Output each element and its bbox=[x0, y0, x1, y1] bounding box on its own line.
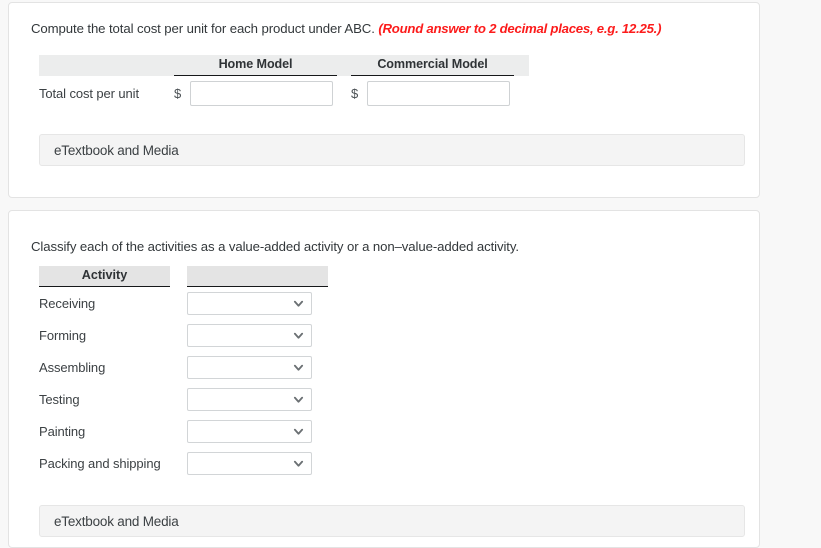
classification-select-forming[interactable]: Value-addedNon-value-added bbox=[187, 323, 312, 347]
activity-label-painting: Painting bbox=[39, 423, 86, 439]
activity-table-header-row: Activity bbox=[39, 266, 328, 287]
classification-select-wrapper-packing-and-shipping: Value-addedNon-value-added bbox=[187, 451, 312, 475]
cost-table-header-gap bbox=[337, 55, 351, 76]
cost-per-unit-table: Home Model Commercial Model Total cost p… bbox=[39, 55, 529, 110]
cost-table-header-commercial-model: Commercial Model bbox=[351, 55, 514, 76]
classification-select-packing-and-shipping[interactable]: Value-addedNon-value-added bbox=[187, 451, 312, 475]
classification-select-wrapper-testing: Value-addedNon-value-added bbox=[187, 387, 312, 411]
activity-label-assembling: Assembling bbox=[39, 359, 106, 375]
question-1-rounding-note: (Round answer to 2 decimal places, e.g. … bbox=[378, 21, 662, 36]
total-cost-home-model-input[interactable] bbox=[190, 80, 333, 106]
table-row: Forming Value-addedNon-value-added bbox=[39, 319, 328, 351]
table-row: Total cost per unit $ $ bbox=[39, 76, 529, 110]
activity-label-forming: Forming bbox=[39, 327, 86, 343]
question-2-prompt: Classify each of the activities as a val… bbox=[31, 239, 519, 254]
classification-select-assembling[interactable]: Value-addedNon-value-added bbox=[187, 355, 312, 379]
etextbook-and-media-bar-2[interactable]: eTextbook and Media bbox=[39, 505, 745, 537]
dollar-sign-icon: $ bbox=[174, 85, 182, 101]
table-row: Packing and shipping Value-addedNon-valu… bbox=[39, 447, 328, 479]
classification-select-wrapper-assembling: Value-addedNon-value-added bbox=[187, 355, 312, 379]
table-row: Assembling Value-addedNon-value-added bbox=[39, 351, 328, 383]
classification-select-wrapper-receiving: Value-addedNon-value-added bbox=[187, 291, 312, 315]
question-1-prompt-text: Compute the total cost per unit for each… bbox=[31, 21, 375, 36]
question-card-1: Compute the total cost per unit for each… bbox=[8, 2, 760, 198]
assignment-page: Compute the total cost per unit for each… bbox=[0, 0, 821, 548]
question-2-prompt-text: Classify each of the activities as a val… bbox=[31, 239, 519, 254]
cost-table-header-home-model: Home Model bbox=[174, 55, 337, 76]
activity-table-header-activity: Activity bbox=[39, 266, 170, 287]
activity-table-header-classification bbox=[187, 266, 328, 287]
dollar-sign-icon: $ bbox=[351, 85, 359, 101]
cost-table-row-label: Total cost per unit bbox=[39, 85, 139, 101]
activity-label-receiving: Receiving bbox=[39, 295, 96, 311]
total-cost-commercial-model-input[interactable] bbox=[367, 80, 510, 106]
classification-select-receiving[interactable]: Value-addedNon-value-added bbox=[187, 291, 312, 315]
etextbook-and-media-label: eTextbook and Media bbox=[54, 513, 179, 529]
classification-select-testing[interactable]: Value-addedNon-value-added bbox=[187, 387, 312, 411]
classification-select-wrapper-forming: Value-addedNon-value-added bbox=[187, 323, 312, 347]
activity-label-testing: Testing bbox=[39, 391, 80, 407]
cost-table-header-blank bbox=[39, 55, 174, 76]
classification-select-wrapper-painting: Value-addedNon-value-added bbox=[187, 419, 312, 443]
table-row: Testing Value-addedNon-value-added bbox=[39, 383, 328, 415]
cost-table-header-row: Home Model Commercial Model bbox=[39, 55, 529, 76]
activity-label-packing-and-shipping: Packing and shipping bbox=[39, 455, 161, 471]
classification-select-painting[interactable]: Value-addedNon-value-added bbox=[187, 419, 312, 443]
question-1-prompt: Compute the total cost per unit for each… bbox=[31, 21, 661, 36]
question-card-2: Classify each of the activities as a val… bbox=[8, 210, 760, 548]
cost-table-cell-home-model: $ bbox=[174, 80, 337, 106]
activity-classification-table: Activity Receiving Value-addedNon-value-… bbox=[39, 266, 328, 479]
table-row: Receiving Value-addedNon-value-added bbox=[39, 287, 328, 319]
activity-table-header-gap bbox=[170, 266, 187, 287]
etextbook-and-media-bar-1[interactable]: eTextbook and Media bbox=[39, 134, 745, 166]
table-row: Painting Value-addedNon-value-added bbox=[39, 415, 328, 447]
cost-table-cell-commercial-model: $ bbox=[351, 80, 514, 106]
etextbook-and-media-label: eTextbook and Media bbox=[54, 142, 179, 158]
